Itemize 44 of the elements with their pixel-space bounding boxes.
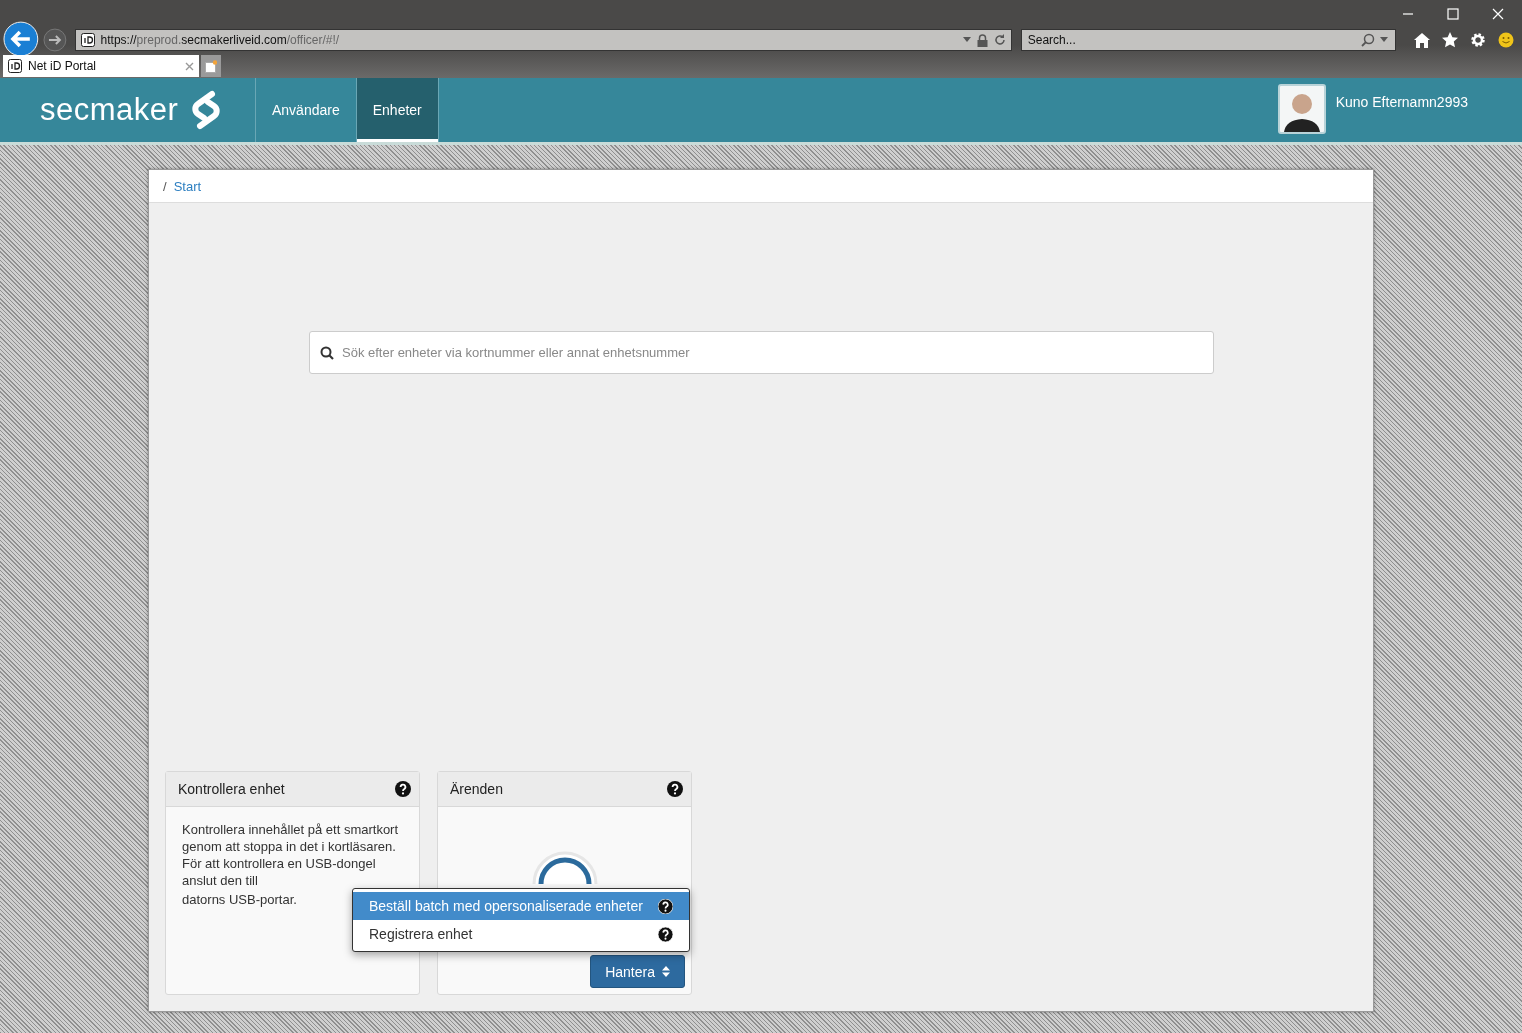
avatar[interactable] xyxy=(1277,84,1326,134)
url-part: /officer/#!/ xyxy=(286,33,340,47)
device-search-field[interactable]: Sök efter enheter via kortnummer eller annat enhetsnummer xyxy=(309,331,1214,374)
browser-tab[interactable]: Net iD Portal xyxy=(3,55,199,77)
url-part: preprod. xyxy=(136,33,182,47)
menu-item[interactable]: Registrera enhet xyxy=(353,920,689,948)
help-icon[interactable] xyxy=(658,898,673,914)
address-bar[interactable]: https://preprod.secmakerliveid.com/officer/#!/ xyxy=(74,29,1012,51)
card-title: Ärenden xyxy=(450,781,503,797)
new-tab-icon xyxy=(205,59,217,73)
help-icon[interactable] xyxy=(667,781,683,797)
sort-icon xyxy=(662,966,670,977)
star-icon[interactable] xyxy=(1442,32,1458,48)
dropdown-icon[interactable] xyxy=(1380,37,1388,43)
card-title: Kontrollera enhet xyxy=(178,781,285,797)
site-icon xyxy=(8,59,22,73)
breadcrumb-link[interactable]: Start xyxy=(173,178,202,194)
back-button[interactable] xyxy=(3,21,39,57)
new-tab-button[interactable] xyxy=(201,55,221,77)
manage-button[interactable]: Hantera xyxy=(590,955,685,988)
nav-tab[interactable]: Användare xyxy=(256,78,357,142)
search-icon[interactable] xyxy=(1361,33,1375,47)
breadcrumb-separator: / xyxy=(163,178,167,194)
refresh-icon[interactable] xyxy=(993,34,1006,46)
forward-button[interactable] xyxy=(42,28,67,52)
site-icon xyxy=(80,33,95,47)
card-description: datorns USB-portar. xyxy=(182,891,297,908)
settings-icon[interactable] xyxy=(1470,32,1486,48)
home-icon[interactable] xyxy=(1414,32,1430,48)
menu-item[interactable]: Beställ batch med opersonaliserade enheter xyxy=(353,892,689,920)
nav-tab[interactable]: Enheter xyxy=(356,78,439,142)
url-part: secmakerliveid.com xyxy=(181,33,287,47)
search-icon xyxy=(320,346,334,360)
help-icon[interactable] xyxy=(658,926,673,942)
maximize-icon[interactable] xyxy=(1447,8,1459,20)
user-name[interactable]: Kuno Efternamn2993 xyxy=(1335,94,1468,110)
smiley-icon[interactable] xyxy=(1498,32,1514,48)
lock-icon xyxy=(976,33,988,47)
help-icon[interactable] xyxy=(395,781,411,797)
search-field[interactable]: Search... xyxy=(1020,29,1396,51)
logo-icon xyxy=(190,90,223,130)
dropdown-icon[interactable] xyxy=(962,37,971,43)
url-part: https:// xyxy=(100,33,137,47)
logo-text: secmaker xyxy=(40,92,179,128)
